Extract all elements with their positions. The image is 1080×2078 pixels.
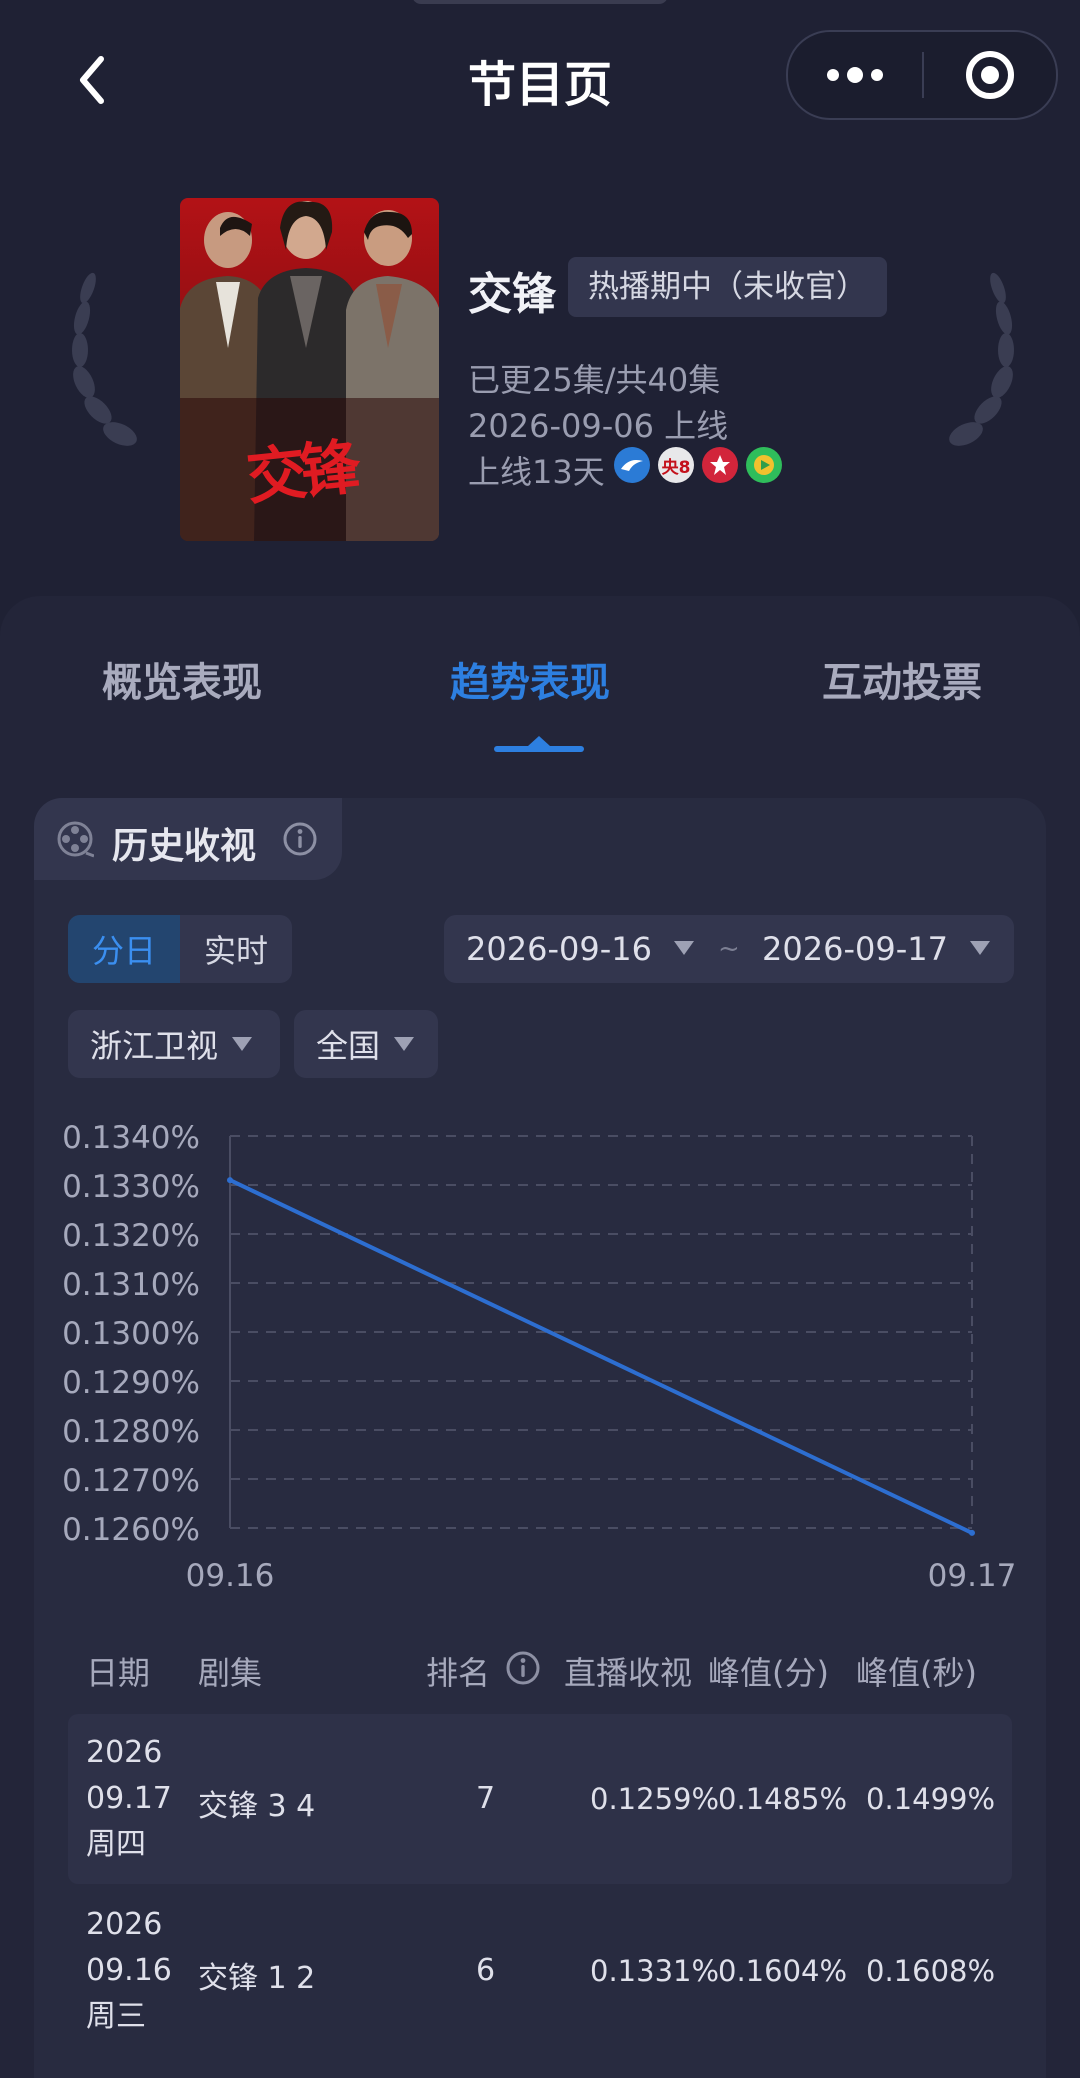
col-header-peak-min: 峰值(分) (708, 1654, 829, 1692)
row-peak-min: 0.1485% (718, 1782, 848, 1816)
mode-realtime-button[interactable]: 实时 (180, 915, 292, 983)
row-episode: 交锋 1 2 (198, 1961, 316, 1996)
x-tick-label: 09.17 (928, 1558, 1017, 1594)
row-peak-min: 0.1604% (718, 1954, 848, 1988)
chart-grid (229, 1135, 973, 1529)
y-tick-label: 0.1280% (62, 1414, 200, 1450)
tab-overview[interactable]: 概览表现 (102, 650, 262, 708)
region-select[interactable]: 全国 (294, 1010, 438, 1078)
show-poster[interactable]: 交锋 (180, 198, 439, 541)
more-dots-icon (827, 67, 883, 83)
region-value: 全国 (316, 1027, 381, 1065)
close-miniprogram-button[interactable] (924, 32, 1056, 118)
chevron-down-icon (394, 1037, 415, 1051)
row-live-rating: 0.1259% (590, 1782, 720, 1816)
laurel-right-icon (949, 272, 1014, 446)
laurel-left-icon (72, 272, 137, 446)
row-live-rating: 0.1331% (590, 1954, 720, 1988)
data-point (227, 1177, 233, 1184)
cctv8-label: 央8 (661, 457, 691, 478)
chart-x-axis: 09.16 09.17 (186, 1558, 1017, 1594)
row-weekday: 周三 (86, 1999, 146, 2034)
row-rank: 6 (476, 1953, 496, 1988)
y-tick-label: 0.1290% (62, 1365, 200, 1401)
date-start-dropdown-icon (674, 941, 694, 955)
y-tick-label: 0.1270% (62, 1463, 200, 1499)
tab-indicator-caret (528, 736, 550, 746)
row-peak-sec: 0.1608% (866, 1954, 996, 1988)
row-year: 2026 (86, 1907, 163, 1942)
date-range-separator: ~ (718, 934, 740, 964)
date-start-select[interactable]: 2026-09-16 (466, 930, 652, 968)
iqiyi-play-icon (746, 447, 782, 483)
y-tick-label: 0.1300% (62, 1316, 200, 1352)
row-date: 09.17 (86, 1781, 172, 1816)
section-title: 历史收视 (112, 826, 257, 867)
status-badge: 热播期中（未收官） (568, 257, 887, 317)
row-year: 2026 (86, 1735, 163, 1770)
date-end-select[interactable]: 2026-09-17 (762, 930, 948, 968)
poster-title: 交锋 (243, 432, 358, 514)
rank-info-icon[interactable] (505, 1650, 541, 1686)
mini-program-capsule (786, 30, 1058, 120)
col-header-peak-sec: 峰值(秒) (856, 1654, 977, 1692)
y-tick-label: 0.1340% (62, 1120, 200, 1156)
channel-select[interactable]: 浙江卫视 (68, 1010, 280, 1078)
zhejiang-tv-icon (614, 447, 650, 483)
dragon-tv-icon (702, 447, 738, 483)
row-rank: 7 (476, 1781, 496, 1816)
mode-segmented-control: 分日 实时 (68, 915, 292, 983)
mode-daily-button[interactable]: 分日 (68, 915, 180, 983)
col-header-rank: 排名 (426, 1654, 491, 1692)
row-episode: 交锋 3 4 (198, 1789, 316, 1824)
date-end-dropdown-icon (970, 941, 990, 955)
channel-value: 浙江卫视 (90, 1027, 219, 1065)
target-circle-icon (966, 51, 1014, 99)
row-weekday: 周四 (86, 1827, 146, 1862)
episode-count: 已更25集/共40集 (468, 361, 721, 399)
tab-trend[interactable]: 趋势表现 (450, 650, 610, 708)
col-header-episode: 剧集 (198, 1654, 263, 1692)
show-title: 交锋 (468, 269, 556, 320)
y-tick-label: 0.1330% (62, 1169, 200, 1205)
premiere-date: 2026-09-06 上线 (468, 407, 729, 445)
row-date: 09.16 (86, 1953, 172, 1988)
camera-notch (412, 0, 668, 4)
y-tick-label: 0.1320% (62, 1218, 200, 1254)
col-header-date: 日期 (86, 1654, 151, 1692)
days-online: 上线13天 (468, 453, 605, 491)
y-tick-label: 0.1260% (62, 1512, 200, 1548)
y-tick-label: 0.1310% (62, 1267, 200, 1303)
row-peak-sec: 0.1499% (866, 1782, 996, 1816)
chart-series (227, 1177, 975, 1536)
ratings-line-chart: 0.1340% 0.1330% 0.1320% 0.1310% 0.1300% 0.129… (62, 1120, 1017, 1594)
data-point (969, 1529, 975, 1536)
more-button[interactable] (788, 32, 922, 118)
cctv8-icon: 央8 (658, 447, 694, 483)
film-reel-icon (57, 821, 94, 858)
chart-y-axis: 0.1340% 0.1330% 0.1320% 0.1310% 0.1300% 0.129… (62, 1120, 200, 1548)
col-header-live: 直播收视 (564, 1654, 693, 1692)
chevron-down-icon (232, 1037, 253, 1051)
tab-vote[interactable]: 互动投票 (822, 650, 982, 708)
tab-indicator (494, 746, 584, 752)
info-icon[interactable] (282, 821, 318, 857)
x-tick-label: 09.16 (186, 1558, 275, 1594)
